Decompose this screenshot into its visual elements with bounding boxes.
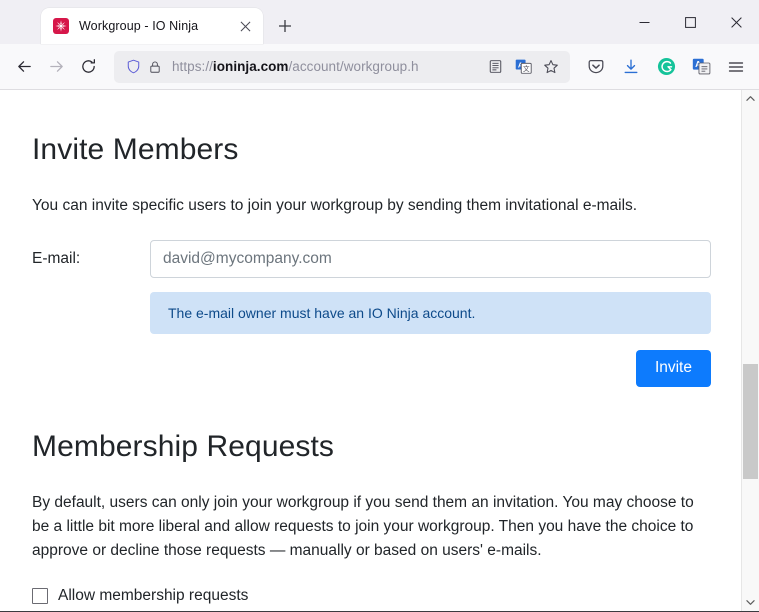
browser-toolbar-actions: A bbox=[576, 52, 751, 82]
url-text: https://ioninja.com/account/workgroup.h bbox=[172, 59, 419, 74]
invite-description: You can invite specific users to join yo… bbox=[32, 197, 638, 214]
tab-title: Workgroup - IO Ninja bbox=[79, 19, 199, 33]
window-maximize-button[interactable] bbox=[667, 0, 713, 44]
bookmark-star-icon[interactable] bbox=[538, 54, 564, 80]
window-close-button[interactable] bbox=[713, 0, 759, 44]
app-menu-icon[interactable] bbox=[721, 52, 751, 82]
membership-description: By default, users can only join your wor… bbox=[32, 493, 694, 559]
browser-window: Workgroup - IO Ninja https://ioninja.com… bbox=[0, 0, 759, 612]
invite-button[interactable]: Invite bbox=[635, 350, 711, 387]
padlock-icon[interactable] bbox=[144, 56, 166, 78]
allow-membership-requests-checkbox[interactable] bbox=[32, 587, 48, 604]
allow-membership-requests-label: Allow membership requests bbox=[58, 586, 249, 604]
new-tab-button[interactable] bbox=[271, 12, 299, 40]
page-title-invite-members: Invite Members bbox=[32, 133, 239, 166]
navigation-toolbar: https://ioninja.com/account/workgroup.h … bbox=[0, 44, 759, 90]
window-controls bbox=[621, 0, 759, 44]
back-button[interactable] bbox=[8, 51, 40, 83]
page-content: Invite Members You can invite specific u… bbox=[0, 90, 741, 611]
browser-tab[interactable]: Workgroup - IO Ninja bbox=[41, 8, 263, 44]
translate-extension-icon[interactable]: A bbox=[686, 52, 716, 82]
grammarly-icon[interactable] bbox=[651, 52, 681, 82]
scrollbar-thumb[interactable] bbox=[743, 364, 758, 480]
email-label: E-mail: bbox=[32, 250, 81, 268]
invite-button-row: Invite bbox=[32, 350, 711, 387]
page-viewport: Invite Members You can invite specific u… bbox=[0, 90, 759, 612]
window-minimize-button[interactable] bbox=[621, 0, 667, 44]
email-input[interactable] bbox=[150, 240, 711, 279]
ioninja-star-icon bbox=[53, 18, 69, 34]
page-title-membership-requests: Membership Requests bbox=[32, 429, 335, 463]
email-account-note: The e-mail owner must have an IO Ninja a… bbox=[150, 292, 711, 335]
address-bar[interactable]: https://ioninja.com/account/workgroup.h … bbox=[114, 50, 570, 83]
page-scrollbar[interactable] bbox=[741, 90, 759, 611]
reload-button[interactable] bbox=[72, 51, 104, 83]
pocket-icon[interactable] bbox=[581, 52, 611, 82]
email-form-row: E-mail: bbox=[32, 240, 711, 279]
scrollbar-up-arrow-icon[interactable] bbox=[742, 90, 759, 107]
reader-view-icon[interactable] bbox=[482, 54, 508, 80]
download-icon[interactable] bbox=[616, 52, 646, 82]
translate-icon[interactable]: A 文 bbox=[510, 54, 536, 80]
allow-membership-requests-row[interactable]: Allow membership requests bbox=[32, 587, 711, 605]
forward-button[interactable] bbox=[40, 51, 72, 83]
invite-info-row: The e-mail owner must have an IO Ninja a… bbox=[32, 292, 711, 335]
scrollbar-track[interactable] bbox=[742, 107, 759, 594]
address-bar-actions: A 文 bbox=[482, 54, 564, 80]
tab-close-icon[interactable] bbox=[235, 16, 255, 36]
svg-text:文: 文 bbox=[522, 64, 529, 73]
tracking-protection-shield-icon[interactable] bbox=[122, 56, 144, 78]
scrollbar-down-arrow-icon[interactable] bbox=[742, 594, 759, 611]
tab-strip: Workgroup - IO Ninja bbox=[0, 0, 759, 44]
